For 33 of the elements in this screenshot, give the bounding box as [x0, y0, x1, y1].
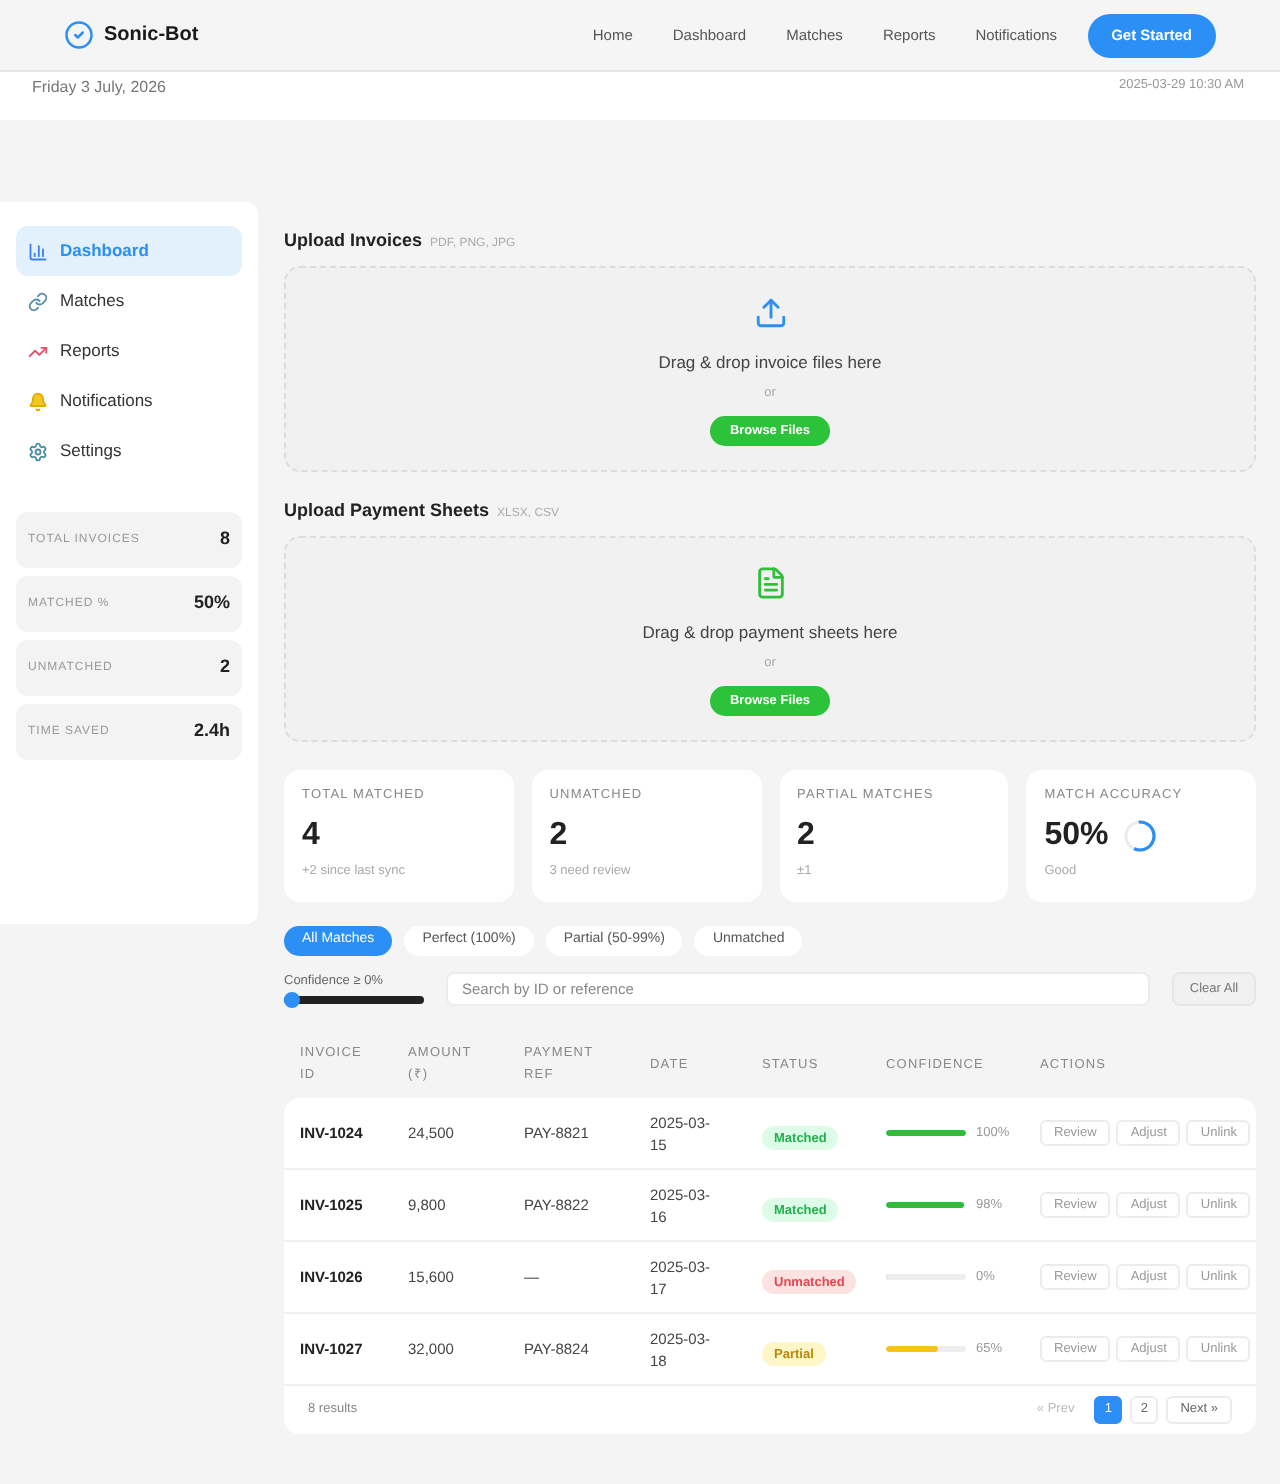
trend-line-icon	[28, 341, 48, 361]
bar-chart-icon	[28, 241, 48, 261]
card-value: 2	[797, 818, 815, 854]
spinner-icon	[1124, 820, 1157, 852]
stat-value: 2	[219, 654, 230, 681]
confidence-bar	[886, 1202, 966, 1208]
card-value: 50%	[1044, 818, 1109, 854]
card-value: 2	[549, 818, 568, 854]
card-value: 4	[302, 818, 320, 854]
stat-value: 2.4h	[193, 718, 230, 745]
sidebar-item[interactable]: Settings	[16, 426, 242, 476]
confidence-bar	[886, 1346, 966, 1352]
stat-value: 8	[219, 526, 230, 553]
link-icon	[28, 291, 48, 311]
sidebar-item[interactable]: Matches	[16, 276, 242, 326]
bell-icon	[28, 391, 48, 411]
stat-value: 50%	[193, 590, 230, 617]
sidebar-item[interactable]: Notifications	[16, 376, 242, 426]
slider-thumb[interactable]	[284, 992, 300, 1008]
section-title: Upload Invoices	[284, 228, 423, 252]
gear-icon	[28, 441, 48, 461]
drop-prompt: Drag & drop invoice files here	[658, 352, 882, 374]
sidebar-item[interactable]: Dashboard	[16, 226, 242, 276]
current-date: Friday 3 July, 2026	[32, 76, 166, 100]
confidence-bar	[886, 1130, 966, 1136]
check-circle-icon	[64, 20, 94, 50]
section-title: Upload Payment Sheets	[284, 498, 490, 522]
drop-prompt: Drag & drop payment sheets here	[642, 622, 898, 644]
brand-name: Sonic-Bot	[104, 22, 199, 50]
document-icon	[753, 566, 787, 600]
sidebar-item[interactable]: Reports	[16, 326, 242, 376]
upload-icon	[753, 296, 787, 330]
slider-track[interactable]	[284, 996, 424, 1004]
